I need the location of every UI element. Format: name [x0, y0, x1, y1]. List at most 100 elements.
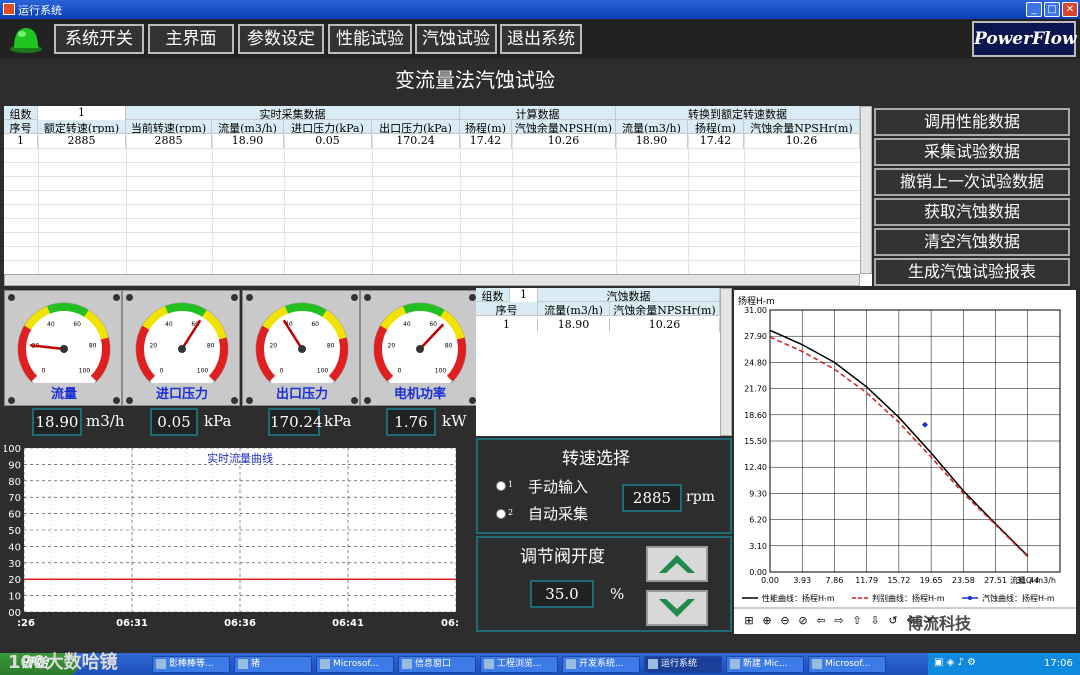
- outlet-pressure-value: 170.24: [268, 408, 323, 436]
- taskbar-item[interactable]: Microsof...: [808, 656, 886, 673]
- maximize-button[interactable]: □: [1044, 2, 1060, 17]
- clear-cavitation-data-button[interactable]: 清空汽蚀数据: [874, 228, 1070, 256]
- inlet-pressure-dial: 02040 6080100: [135, 302, 229, 396]
- inlet-pressure-gauge: 0 20 40 60 80 100 进口压力: [122, 290, 240, 406]
- motor-power-gauge-label: 电机功率: [393, 387, 446, 402]
- cell-rated-speed: 2885: [38, 134, 126, 148]
- flow-unit: m3/h: [86, 412, 125, 430]
- flow-dial: 020406080100: [17, 302, 111, 396]
- taskbar-item-label: 开发系统...: [579, 659, 624, 669]
- taskbar-item[interactable]: 运行系统: [644, 656, 722, 673]
- test-data-table[interactable]: 组数 1 实时采集数据 计算数据 转换到额定转速数据 序号 额定转速(rpm) …: [4, 106, 872, 286]
- load-performance-data-button[interactable]: 调用性能数据: [874, 108, 1070, 136]
- valve-increase-button[interactable]: [646, 546, 708, 582]
- pan-right-icon[interactable]: ⇨: [832, 614, 846, 628]
- dial-tick-label: 100: [435, 368, 447, 375]
- taskbar-item-label: Microsof...: [333, 659, 379, 669]
- screw-icon: [364, 294, 371, 301]
- taskbar-item[interactable]: 新建 Mic...: [726, 656, 804, 673]
- taskbar-item[interactable]: Microsof...: [316, 656, 394, 673]
- screw-icon: [231, 294, 238, 301]
- group-count-value[interactable]: 1: [38, 106, 126, 120]
- curve-x-tick: 0.00: [761, 576, 779, 585]
- menu-cavitation-test-button[interactable]: 汽蚀试验: [415, 24, 497, 54]
- radio-auto-collect[interactable]: [496, 509, 506, 519]
- grid-icon[interactable]: ⊞: [742, 614, 756, 628]
- radio-auto-num: 2: [508, 508, 514, 517]
- motor-power-gauge: 0 20 40 60 80 100 电机功率: [360, 290, 478, 406]
- trend-title: 实时流量曲线: [207, 451, 273, 465]
- taskbar-item[interactable]: 信息窗口: [398, 656, 476, 673]
- zoom-in-icon[interactable]: ⊕: [760, 614, 774, 628]
- cell-outlet-pressure: 170.24: [372, 134, 460, 148]
- zoom-reset-icon[interactable]: ⊘: [796, 614, 810, 628]
- menu-main-view-button[interactable]: 主界面: [148, 24, 234, 54]
- legend-swatch: [968, 596, 972, 600]
- cell-current-speed: 2885: [126, 134, 212, 148]
- collect-test-data-button[interactable]: 采集试验数据: [874, 138, 1070, 166]
- refresh-icon[interactable]: ↺: [886, 614, 900, 628]
- app-icon: [730, 659, 740, 669]
- get-cavitation-data-button[interactable]: 获取汽蚀数据: [874, 198, 1070, 226]
- dial-tick-label: 40: [165, 321, 173, 328]
- trend-y-tick: 20: [8, 575, 21, 586]
- watermark-text-2: 100大数哈镜: [8, 652, 118, 673]
- curve-x-tick: 19.65: [920, 576, 943, 585]
- radio-manual-num: 1: [508, 480, 514, 489]
- taskbar-item[interactable]: 影棒棒等...: [152, 656, 230, 673]
- taskbar-item[interactable]: 开发系统...: [562, 656, 640, 673]
- table-vertical-scrollbar[interactable]: [860, 106, 872, 274]
- valve-opening-value[interactable]: 35.0: [530, 580, 594, 608]
- curve-y-tick: 3.10: [749, 542, 767, 551]
- app-icon: [402, 659, 412, 669]
- npsh-table-scrollbar[interactable]: [720, 288, 732, 436]
- curve-x-label: 流量Q-m3/h: [1010, 575, 1056, 585]
- dial-tick-label: 60: [311, 321, 319, 328]
- dial-tick-label: 80: [445, 342, 453, 349]
- undo-last-test-data-button[interactable]: 撤销上一次试验数据: [874, 168, 1070, 196]
- outlet-pressure-dial: 02040 6080100: [255, 302, 349, 396]
- curve-y-tick: 12.40: [744, 463, 767, 472]
- col-header: 流量(m3/h): [212, 120, 284, 134]
- menu-performance-test-button[interactable]: 性能试验: [328, 24, 412, 54]
- valve-decrease-button[interactable]: [646, 590, 708, 626]
- dial-tick-label: 20: [388, 342, 396, 349]
- menu-system-switch-button[interactable]: 系统开关: [54, 24, 144, 54]
- speed-input[interactable]: 2885: [622, 484, 682, 512]
- close-button[interactable]: ✕: [1062, 2, 1078, 17]
- arrow-up-icon: [659, 555, 695, 573]
- app-icon: [156, 659, 166, 669]
- dial-tick-label: 100: [197, 368, 209, 375]
- trend-y-tick: 70: [8, 493, 21, 504]
- pan-up-icon[interactable]: ⇧: [850, 614, 864, 628]
- npsh-group-value[interactable]: 1: [510, 288, 538, 302]
- col-header: 扬程(m): [460, 120, 512, 134]
- taskbar-item-label: 影棒棒等...: [169, 659, 214, 669]
- taskbar-item[interactable]: 猪: [234, 656, 312, 673]
- power-lamp-icon[interactable]: [8, 24, 44, 54]
- generate-report-button[interactable]: 生成汽蚀试验报表: [874, 258, 1070, 286]
- col-header: 汽蚀余量NPSH(m): [512, 120, 616, 134]
- valve-title: 调节阀开度: [520, 547, 605, 567]
- taskbar-item[interactable]: 工程浏览...: [480, 656, 558, 673]
- app-icon: [812, 659, 822, 669]
- zoom-out-icon[interactable]: ⊖: [778, 614, 792, 628]
- pan-left-icon[interactable]: ⇦: [814, 614, 828, 628]
- dial-tick-label: 80: [89, 342, 97, 349]
- col-header: 汽蚀余量NPSHr(m): [610, 302, 720, 316]
- app-icon: [3, 3, 15, 15]
- col-header: 当前转速(rpm): [126, 120, 212, 134]
- cavitation-data-table[interactable]: 组数 1 汽蚀数据 序号 流量(m3/h) 汽蚀余量NPSHr(m) 1 18.…: [476, 288, 732, 436]
- radio-manual-input[interactable]: [496, 481, 506, 491]
- cell-index: 1: [4, 134, 38, 148]
- screw-icon: [469, 294, 476, 301]
- menu-parameters-button[interactable]: 参数设定: [238, 24, 324, 54]
- inlet-pressure-gauge-label: 进口压力: [155, 387, 208, 402]
- menu-exit-button[interactable]: 退出系统: [500, 24, 582, 54]
- taskbar-item-label: 猪: [251, 659, 261, 669]
- minimize-button[interactable]: _: [1026, 2, 1042, 17]
- flow-gauge-label: 流量: [50, 387, 77, 402]
- pan-down-icon[interactable]: ⇩: [868, 614, 882, 628]
- inlet-pressure-unit: kPa: [204, 412, 232, 430]
- table-horizontal-scrollbar[interactable]: [4, 274, 860, 286]
